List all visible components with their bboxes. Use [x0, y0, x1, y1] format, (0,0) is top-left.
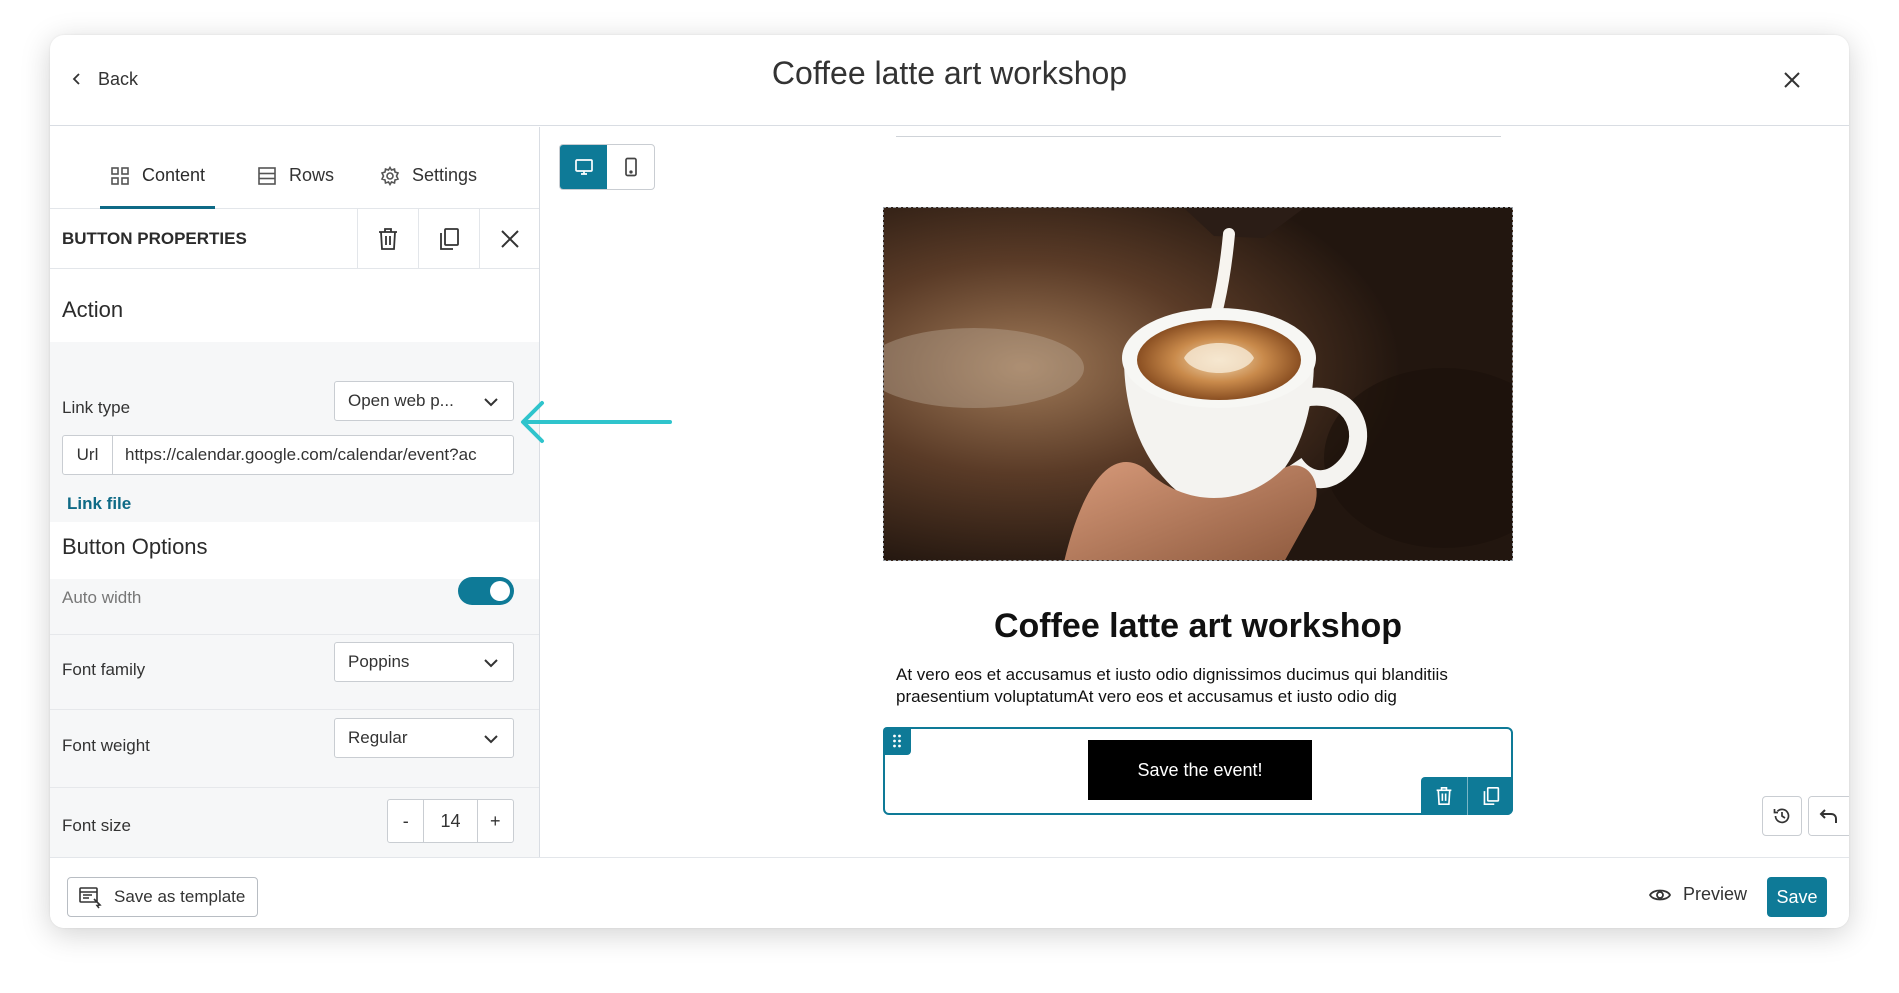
page-title: Coffee latte art workshop: [771, 55, 1128, 91]
email-body-text[interactable]: At vero eos et accusamus et iusto odio d…: [896, 664, 1501, 708]
delete-block-button[interactable]: [1421, 777, 1467, 815]
email-title[interactable]: Coffee latte art workshop: [883, 607, 1513, 646]
save-as-template-label: Save as template: [114, 887, 246, 906]
tab-rows[interactable]: Rows: [247, 165, 344, 209]
font-size-label: Font size: [62, 816, 131, 835]
history-controls: [1762, 796, 1849, 836]
trash-icon: [1436, 787, 1452, 805]
trash-icon: [379, 228, 397, 250]
tab-settings-label: Settings: [412, 165, 478, 185]
device-toggle: [559, 144, 655, 190]
drag-handle[interactable]: [883, 727, 911, 755]
font-weight-select[interactable]: Regular: [334, 718, 514, 758]
email-canvas: Coffee latte art workshop At vero eos et…: [541, 127, 1849, 857]
editor-window: Back Coffee latte art workshop Content R…: [50, 35, 1849, 928]
panel-tabs: Content Rows Settings: [50, 127, 539, 209]
desktop-icon: [574, 159, 593, 175]
link-type-label: Link type: [62, 398, 131, 417]
button-options-heading: Button Options: [62, 534, 208, 559]
mobile-icon: [624, 157, 637, 177]
drag-dots-icon: [893, 734, 901, 748]
font-size-increment-button[interactable]: +: [478, 800, 513, 842]
gear-icon: [380, 166, 400, 186]
action-heading: Action: [62, 297, 124, 322]
duplicate-block-button[interactable]: [418, 209, 479, 269]
undo-redo-group: [1808, 796, 1849, 836]
copy-icon: [440, 228, 459, 250]
grid-icon: [111, 167, 129, 185]
close-icon: [501, 230, 519, 248]
annotation-arrow-icon: [521, 401, 672, 443]
divider: [50, 787, 539, 788]
mobile-view-button[interactable]: [607, 145, 654, 189]
undo-icon: [1819, 809, 1837, 823]
copy-icon: [1483, 786, 1499, 805]
font-weight-label: Font weight: [62, 736, 150, 755]
tab-rows-label: Rows: [289, 165, 335, 185]
font-size-decrement-button[interactable]: -: [388, 800, 423, 842]
preview-button[interactable]: Preview: [1648, 884, 1747, 905]
chevron-down-icon: [484, 398, 498, 407]
header: Back Coffee latte art workshop: [50, 35, 1849, 126]
font-size-value[interactable]: 14: [423, 800, 478, 842]
properties-title: BUTTON PROPERTIES: [62, 229, 247, 248]
divider: [50, 634, 539, 635]
footer-bar: Save as template Preview Save: [50, 857, 1849, 928]
rows-icon: [258, 167, 276, 185]
delete-block-button[interactable]: [357, 209, 418, 269]
link-type-value: Open web p...: [348, 391, 454, 410]
close-icon: [1784, 72, 1800, 88]
duplicate-block-button[interactable]: [1467, 777, 1513, 815]
close-button[interactable]: [1777, 65, 1807, 95]
coffee-image[interactable]: [883, 207, 1513, 561]
chevron-down-icon: [484, 735, 498, 744]
divider: [50, 709, 539, 710]
font-family-value: Poppins: [348, 652, 410, 671]
desktop-view-button[interactable]: [560, 145, 607, 189]
properties-panel: Content Rows Settings BUTTON PROPERTIES: [50, 127, 540, 857]
block-actions: [1421, 777, 1513, 815]
button-block-selected[interactable]: Save the event!: [883, 727, 1513, 815]
link-file-link[interactable]: Link file: [67, 494, 131, 514]
cta-button[interactable]: Save the event!: [1088, 740, 1312, 800]
divider: [896, 136, 1501, 137]
auto-width-toggle[interactable]: [458, 577, 514, 605]
chevron-down-icon: [484, 659, 498, 668]
font-size-stepper: - 14 +: [387, 799, 514, 843]
font-family-select[interactable]: Poppins: [334, 642, 514, 682]
save-button[interactable]: Save: [1767, 877, 1827, 917]
tab-content[interactable]: Content: [100, 165, 216, 209]
history-icon: [1773, 808, 1790, 824]
url-prefix: Url: [63, 436, 113, 474]
eye-icon: [1648, 889, 1671, 900]
save-as-template-button[interactable]: Save as template: [67, 877, 259, 917]
link-type-select[interactable]: Open web p...: [334, 381, 514, 421]
auto-width-label: Auto width: [62, 588, 142, 607]
tab-settings[interactable]: Settings: [370, 165, 487, 209]
url-input[interactable]: [113, 436, 513, 474]
font-weight-value: Regular: [348, 728, 408, 747]
history-button[interactable]: [1762, 796, 1802, 836]
close-properties-button[interactable]: [479, 209, 539, 269]
properties-toolbar: BUTTON PROPERTIES: [50, 209, 539, 269]
template-icon: [79, 887, 102, 909]
url-field: Url: [62, 435, 514, 475]
tab-content-label: Content: [142, 165, 206, 185]
font-family-label: Font family: [62, 660, 146, 679]
undo-button[interactable]: [1809, 797, 1849, 835]
preview-label: Preview: [1682, 884, 1747, 904]
latte-art-illustration: [884, 208, 1512, 560]
